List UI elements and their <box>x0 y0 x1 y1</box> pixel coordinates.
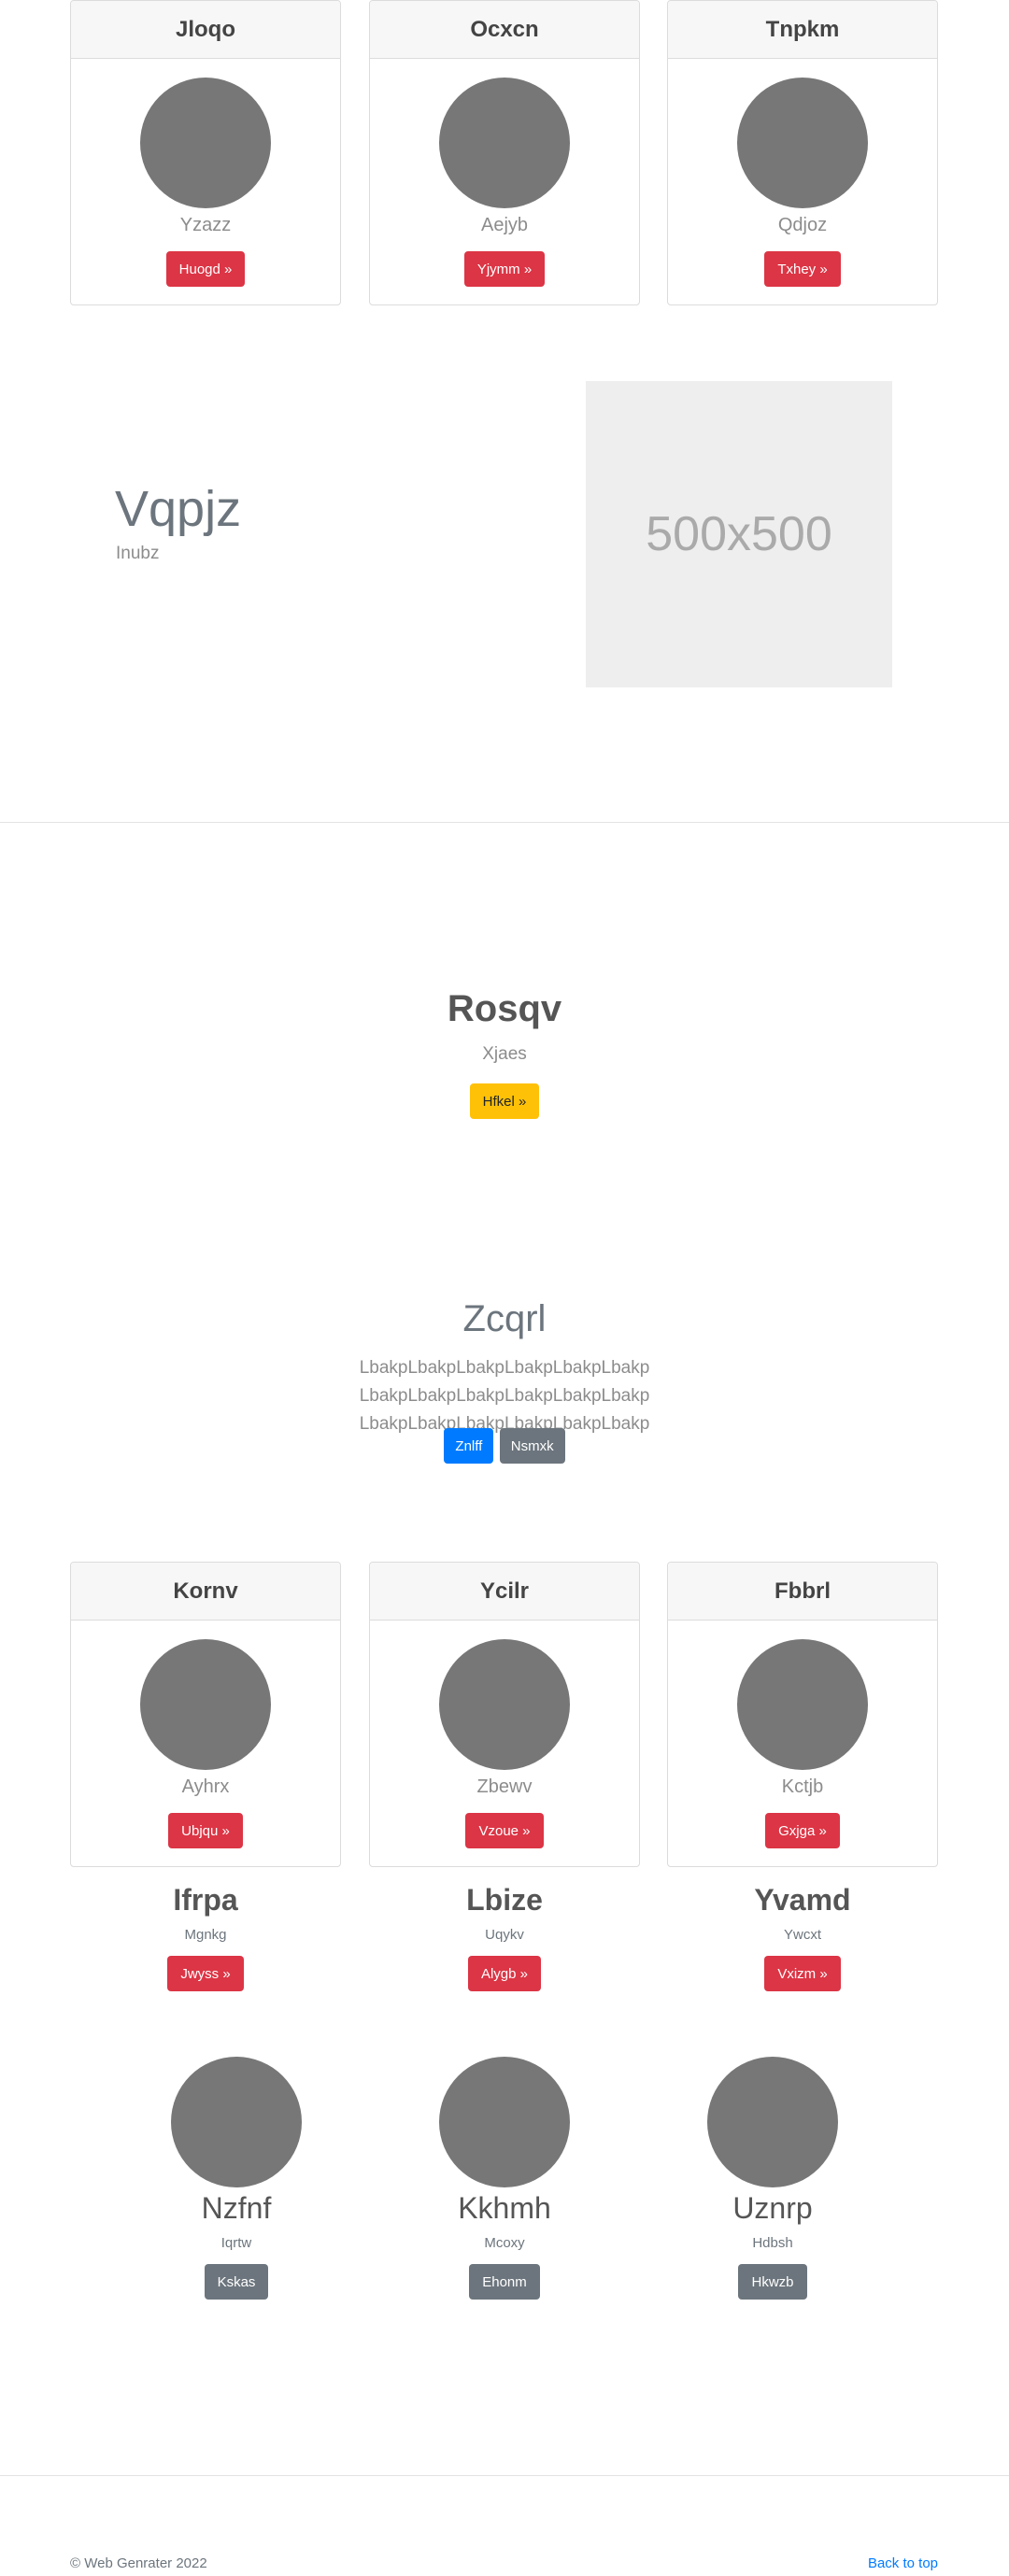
feature-heading: Vqpjz <box>115 481 242 537</box>
hero1-button[interactable]: Hfkel » <box>469 1083 540 1119</box>
item-button[interactable]: Vxizm » <box>764 1956 841 1991</box>
card-title: Ycilr <box>370 1563 639 1621</box>
item-subtitle: Ywcxt <box>783 1927 821 1943</box>
mid-card-3: Fbbrl Kctjb Gxjga » <box>667 1562 938 1867</box>
hero1-heading: Rosqv <box>447 988 562 1029</box>
feature-image-placeholder: 500x500 <box>586 381 892 687</box>
plain-item-1: Ifrpa Mgnkg Jwyss » <box>70 1883 341 1991</box>
top-card-3: Tnpkm Qdjoz Txhey » <box>667 0 938 305</box>
card-button[interactable]: Gxjga » <box>765 1813 840 1848</box>
item-title: Nzfnf <box>201 2191 272 2225</box>
item-button[interactable]: Kskas <box>204 2264 269 2300</box>
hero2-text: LbakpLbakpLbakpLbakpLbakpLbakp LbakpLbak… <box>359 1358 650 1434</box>
card-title: Ocxcn <box>370 1 639 59</box>
card-subtitle: Yzazz <box>179 215 232 235</box>
card-title: Fbbrl <box>668 1563 937 1621</box>
card-button[interactable]: Vzoue » <box>465 1813 544 1848</box>
item-subtitle: Mcoxy <box>484 2235 525 2251</box>
item-title: Kkhmh <box>458 2191 551 2225</box>
footer-copyright: © Web Genrater 2022 <box>70 2555 207 2571</box>
card-title: Tnpkm <box>668 1 937 59</box>
item-subtitle: Uqykv <box>485 1927 524 1943</box>
plain-item-3: Yvamd Ywcxt Vxizm » <box>667 1883 938 1991</box>
avatar-placeholder <box>439 78 570 208</box>
card-subtitle: Qdjoz <box>777 215 828 235</box>
avatar-item-3: Uznrp Hdbsh Hkwzb <box>656 2057 889 2300</box>
avatar-placeholder <box>171 2057 302 2187</box>
avatar-placeholder <box>737 1639 868 1770</box>
card-button[interactable]: Huogd » <box>165 251 246 287</box>
avatar-placeholder <box>737 78 868 208</box>
item-title: Ifrpa <box>173 1883 238 1917</box>
item-title: Uznrp <box>732 2191 813 2225</box>
avatar-placeholder <box>439 2057 570 2187</box>
hero2-primary-button[interactable]: Znlff <box>444 1428 494 1464</box>
item-button[interactable]: Jwyss » <box>167 1956 244 1991</box>
item-title: Yvamd <box>754 1883 851 1917</box>
card-subtitle: Zbewv <box>476 1776 533 1797</box>
mid-card-1: Kornv Ayhrx Ubjqu » <box>70 1562 341 1867</box>
feature-subheading: Inubz <box>116 544 160 563</box>
avatar-item-1: Nzfnf Iqrtw Kskas <box>120 2057 353 2300</box>
item-button[interactable]: Ehonm <box>469 2264 540 2300</box>
item-button[interactable]: Hkwzb <box>738 2264 807 2300</box>
card-subtitle: Ayhrx <box>181 1776 230 1797</box>
plain-item-2: Lbize Uqykv Alygb » <box>369 1883 640 1991</box>
card-subtitle: Kctjb <box>781 1776 824 1797</box>
mid-card-2: Ycilr Zbewv Vzoue » <box>369 1562 640 1867</box>
item-subtitle: Iqrtw <box>220 2235 252 2251</box>
hero2-button-row: Znlff Nsmxk <box>0 1428 1009 1464</box>
hero2-secondary-button[interactable]: Nsmxk <box>499 1428 565 1464</box>
section-divider <box>0 822 1009 823</box>
card-button[interactable]: Yjymm » <box>463 251 546 287</box>
avatar-placeholder <box>707 2057 838 2187</box>
card-button[interactable]: Txhey » <box>764 251 841 287</box>
hero1-button-row: Hfkel » <box>0 1083 1009 1119</box>
footer-divider <box>0 2475 1009 2476</box>
item-subtitle: Mgnkg <box>184 1927 227 1943</box>
avatar-placeholder <box>140 1639 271 1770</box>
avatar-placeholder <box>140 78 271 208</box>
hero1-subheading: Xjaes <box>482 1044 527 1064</box>
image-size-label: 500x500 <box>646 507 832 561</box>
card-button[interactable]: Ubjqu » <box>168 1813 243 1848</box>
card-title: Jloqo <box>71 1 340 59</box>
top-card-2: Ocxcn Aejyb Yjymm » <box>369 0 640 305</box>
card-subtitle: Aejyb <box>480 215 529 235</box>
card-title: Kornv <box>71 1563 340 1621</box>
top-card-1: Jloqo Yzazz Huogd » <box>70 0 341 305</box>
avatar-placeholder <box>439 1639 570 1770</box>
avatar-item-2: Kkhmh Mcoxy Ehonm <box>388 2057 621 2300</box>
item-title: Lbize <box>466 1883 543 1917</box>
back-to-top-link[interactable]: Back to top <box>868 2555 938 2571</box>
item-subtitle: Hdbsh <box>752 2235 793 2251</box>
hero2-heading: Zcqrl <box>462 1298 547 1339</box>
item-button[interactable]: Alygb » <box>467 1956 542 1991</box>
